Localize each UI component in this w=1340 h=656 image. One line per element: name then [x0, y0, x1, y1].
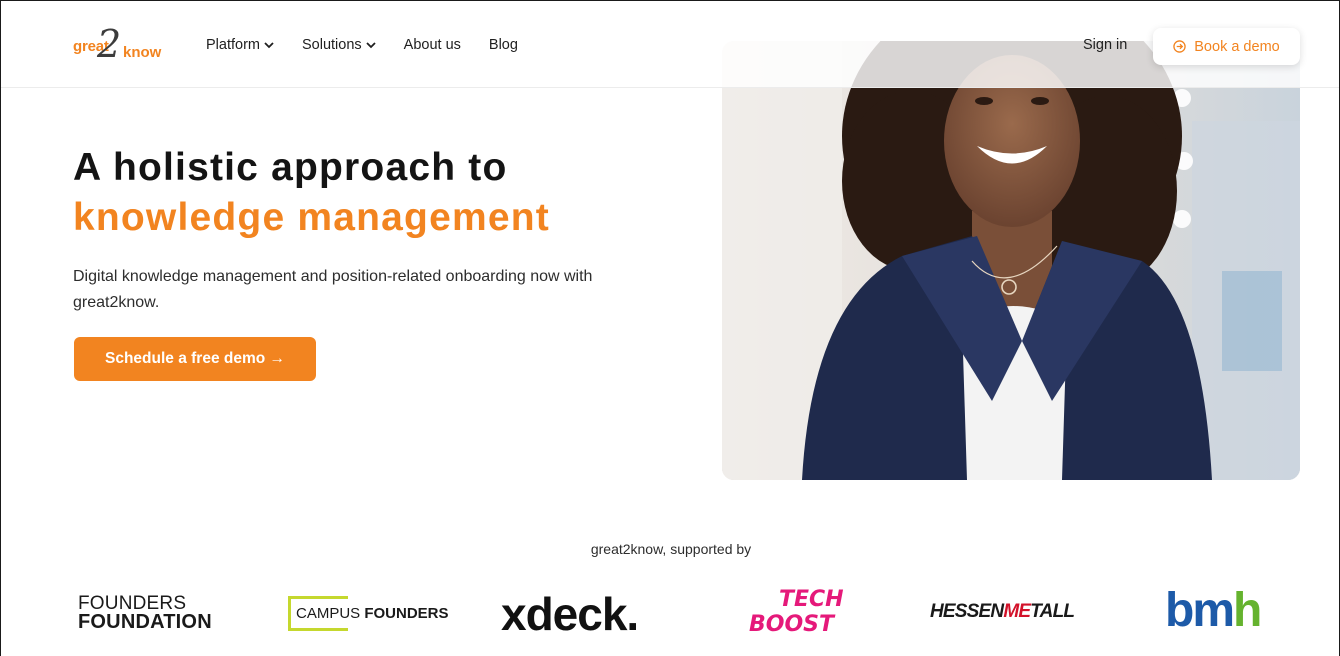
hero-photo — [722, 41, 1300, 480]
logo-text-bold: FOUNDERS — [364, 605, 449, 622]
nav-item-solutions[interactable]: Solutions — [302, 37, 376, 53]
schedule-demo-button[interactable]: Schedule a free demo → — [74, 337, 316, 381]
bmh-logo: bmh — [1165, 583, 1262, 639]
logo-letter: b — [1165, 584, 1194, 637]
chevron-down-icon — [264, 42, 274, 49]
logo-letter: h — [1233, 584, 1262, 637]
nav-item-about-us[interactable]: About us — [404, 37, 461, 53]
founders-foundation-logo: FOUNDERS FOUNDATION — [78, 594, 212, 632]
arrow-circle-icon — [1173, 40, 1186, 53]
tech-boost-logo: TECH BOOST — [749, 585, 849, 641]
hero-subtext: Digital knowledge management and positio… — [73, 268, 593, 311]
page-frame: great 2 know Platform Solutions About us… — [0, 0, 1340, 656]
logo-text-accent: ME — [1003, 601, 1031, 622]
nav-links: Platform Solutions About us Blog — [206, 37, 546, 53]
logo-text: HESSEN — [930, 601, 1004, 622]
hero-headline: A holistic approach to knowledge managem… — [73, 143, 550, 243]
logo-text-know: know — [123, 44, 162, 61]
book-demo-label: Book a demo — [1194, 38, 1280, 55]
chevron-down-icon — [366, 42, 376, 49]
sign-in-link[interactable]: Sign in — [1083, 37, 1127, 53]
hessenmetall-logo: HESSENMETALL — [930, 601, 1075, 623]
headline-line-1: A holistic approach to — [73, 146, 508, 189]
nav-item-blog[interactable]: Blog — [489, 37, 518, 53]
logo-letter: m — [1192, 584, 1235, 637]
headline-line-2: knowledge management — [73, 196, 550, 239]
logo-text-light: CAMPUS — [296, 605, 365, 622]
logo-text: CAMPUS FOUNDERS — [296, 605, 449, 622]
logo-line: BOOST — [749, 612, 835, 637]
nav-item-label: About us — [403, 37, 461, 53]
logo-text-2: 2 — [97, 22, 122, 66]
nav-item-label: Blog — [488, 37, 518, 53]
nav-item-platform[interactable]: Platform — [206, 37, 274, 53]
great2know-logo[interactable]: great 2 know — [73, 25, 173, 67]
logo-line: FOUNDATION — [78, 611, 212, 633]
logo-text: TALL — [1030, 601, 1075, 622]
xdeck-logo: xdeck. — [501, 588, 639, 640]
book-demo-button[interactable]: Book a demo — [1153, 28, 1300, 65]
top-navbar: great 2 know Platform Solutions About us… — [1, 1, 1339, 88]
campus-founders-logo: CAMPUS FOUNDERS — [288, 596, 449, 631]
logo-line: TECH — [779, 587, 844, 612]
nav-item-label: Solutions — [302, 37, 362, 53]
supported-by-heading: great2know, supported by — [590, 541, 752, 557]
nav-item-label: Platform — [206, 37, 260, 53]
supporter-logos: FOUNDERS FOUNDATION CAMPUS FOUNDERS xdec… — [1, 581, 1339, 651]
